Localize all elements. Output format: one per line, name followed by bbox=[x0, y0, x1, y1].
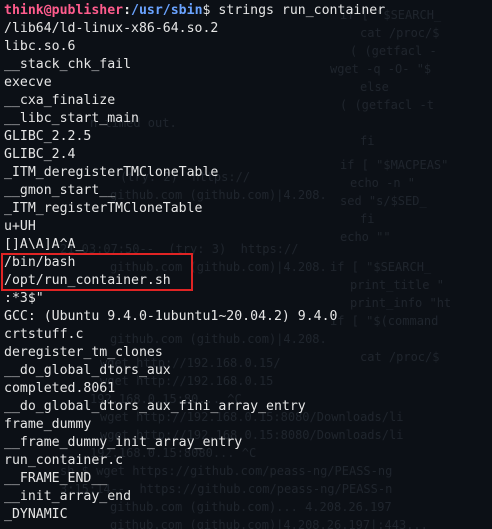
output-line: crtstuff.c bbox=[4, 327, 84, 342]
output-line: __do_global_dtors_aux_fini_array_entry bbox=[4, 399, 306, 414]
output-line: __frame_dummy_init_array_entry bbox=[4, 435, 243, 450]
output-line: u+UH bbox=[4, 219, 36, 234]
output-line: frame_dummy bbox=[4, 417, 92, 432]
prompt-path: /usr/sbin bbox=[131, 3, 203, 18]
output-line: __libc_start_main bbox=[4, 111, 139, 126]
highlight-annotation-box bbox=[1, 253, 193, 291]
output-line: /lib64/ld-linux-x86-64.so.2 bbox=[4, 21, 219, 36]
output-line: __gmon_start__ bbox=[4, 183, 116, 198]
output-line: libc.so.6 bbox=[4, 39, 76, 54]
output-line: deregister_tm_clones bbox=[4, 345, 163, 360]
terminal-window[interactable]: if [ "$SEARCH_ cat /proc/$ ( (getfacl - … bbox=[0, 0, 492, 529]
output-line: __FRAME_END__ bbox=[4, 471, 108, 486]
prompt-user-host: think@publisher bbox=[4, 3, 124, 18]
prompt-separator: : bbox=[123, 3, 132, 18]
output-line: __stack_chk_fail bbox=[4, 57, 132, 72]
prompt-command: strings run_container bbox=[210, 3, 386, 18]
output-line: :*3$" bbox=[4, 291, 44, 306]
output-line: GCC: (Ubuntu 9.4.0-1ubuntu1~20.04.2) 9.4… bbox=[4, 309, 338, 324]
output-line: GLIBC_2.4 bbox=[4, 147, 76, 162]
output-line: __do_global_dtors_aux bbox=[4, 363, 171, 378]
output-line: GLIBC_2.2.5 bbox=[4, 129, 92, 144]
output-line: run_container.c bbox=[4, 453, 124, 468]
output-line: execve bbox=[4, 75, 52, 90]
prompt-line: think@publisher:/usr/sbin$ strings run_c… bbox=[4, 2, 385, 20]
output-line: _DYNAMIC bbox=[4, 507, 68, 522]
output-line: __cxa_finalize bbox=[4, 93, 116, 108]
output-line: __init_array_end bbox=[4, 489, 132, 504]
output-line: _ITM_registerTMCloneTable bbox=[4, 201, 203, 216]
output-line: []A\A]A^A_ bbox=[4, 237, 84, 252]
output-line: _ITM_deregisterTMCloneTable bbox=[4, 165, 219, 180]
output-line: completed.8061 bbox=[4, 381, 116, 396]
